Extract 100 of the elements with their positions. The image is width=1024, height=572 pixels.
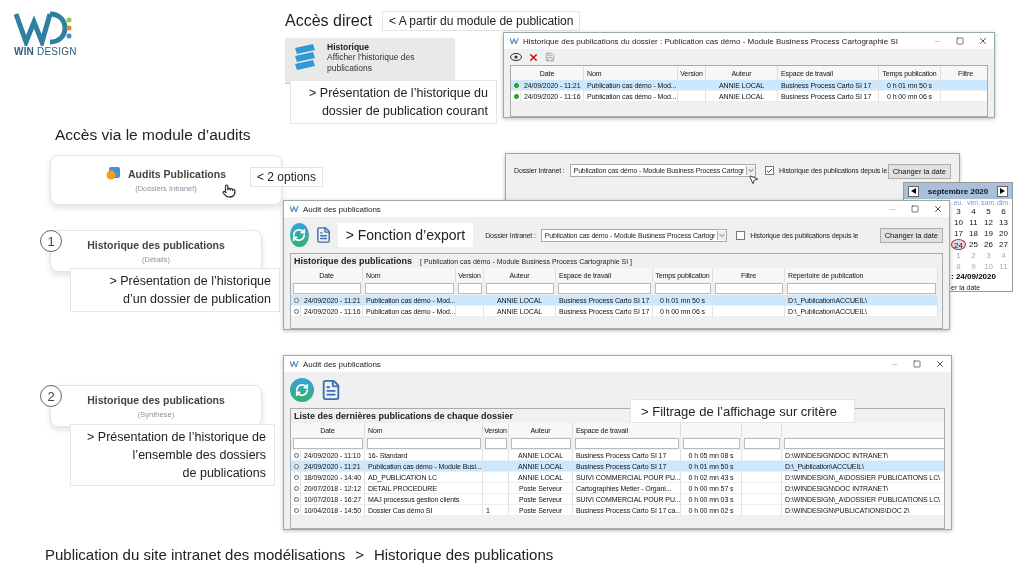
card-title: Audits Publications <box>128 167 226 180</box>
column-header[interactable] <box>742 423 782 437</box>
calendar-day[interactable]: 27 <box>996 239 1011 250</box>
view-icon[interactable] <box>510 52 522 62</box>
maximize-icon[interactable] <box>913 360 921 368</box>
calendar-day[interactable]: 10 <box>951 217 966 228</box>
note-label: < 2 options <box>250 167 324 187</box>
maximize-icon[interactable] <box>911 205 919 213</box>
right-triangle-icon <box>1000 188 1005 194</box>
pointer-cursor-icon <box>748 174 759 185</box>
callout-text: l’ensemble des dossiers <box>132 447 266 464</box>
filter-field[interactable] <box>655 283 711 294</box>
step-number: 1 <box>40 230 62 252</box>
logo-text: WIN DESIGN <box>14 46 77 57</box>
callout-text: dossier de publication courant <box>321 103 488 120</box>
table-cell <box>742 505 782 516</box>
section-heading: Accès via le module d’audits <box>55 126 251 144</box>
calendar-day[interactable]: 12 <box>981 217 996 228</box>
table-cell <box>456 295 484 306</box>
hand-cursor-icon <box>222 184 236 198</box>
calendar-day[interactable]: 25 <box>966 239 981 250</box>
folder-globe-icon <box>106 167 120 180</box>
calendar-day[interactable]: 6 <box>996 206 1011 217</box>
filter-field[interactable] <box>511 438 571 449</box>
filter-field[interactable] <box>683 438 740 449</box>
calendar-day[interactable]: 18 <box>966 228 981 239</box>
close-icon[interactable] <box>933 204 943 214</box>
maximize-icon[interactable] <box>956 37 964 45</box>
calendar-day[interactable]: 5 <box>981 206 996 217</box>
callout-text: d’un dossier de publication <box>122 291 271 308</box>
history-checkbox[interactable] <box>736 230 746 240</box>
refresh-icon[interactable] <box>290 378 314 402</box>
note-label: > Fonction d’export <box>337 223 474 247</box>
table-cell <box>742 483 782 494</box>
calendar-day[interactable]: 11 <box>966 217 981 228</box>
filter-field[interactable] <box>558 283 651 294</box>
calendar-day[interactable]: 3 <box>951 206 966 217</box>
calendar-day[interactable]: 19 <box>981 228 996 239</box>
filter-field[interactable] <box>485 438 507 449</box>
previous-month-button[interactable] <box>908 185 919 197</box>
table-cell <box>742 472 782 483</box>
refresh-icon[interactable] <box>290 223 309 247</box>
table-cell <box>713 306 785 317</box>
app-icon <box>290 361 299 367</box>
filter-field[interactable] <box>715 283 783 294</box>
table-cell <box>456 306 484 317</box>
calendar-day[interactable]: 26 <box>981 239 996 250</box>
filter-field[interactable] <box>293 283 361 294</box>
history-checkbox[interactable] <box>765 166 775 175</box>
delete-icon[interactable] <box>528 51 539 63</box>
filter-field[interactable] <box>575 438 679 449</box>
table-cell <box>941 80 987 91</box>
column-header[interactable] <box>782 423 944 437</box>
callout-text: > Présentation de l’historique du <box>309 85 488 102</box>
table-cell <box>483 483 509 494</box>
breadcrumb-text: Publication du site intranet des modélisations <box>45 546 346 563</box>
section-heading: Accès direct <box>285 12 373 30</box>
table-cell <box>678 80 706 91</box>
close-icon[interactable] <box>978 36 988 46</box>
filter-field[interactable] <box>367 438 481 449</box>
card-title: Historique des publications <box>87 393 225 406</box>
table-cell <box>941 91 987 102</box>
table-cell <box>483 494 509 505</box>
group-title: Liste des dernières publications de chaque dossier <box>294 411 514 421</box>
column-header[interactable] <box>681 423 742 437</box>
calendar-day[interactable]: 20 <box>996 228 1011 239</box>
document-icon[interactable] <box>320 379 342 401</box>
window-title: Audit des publications <box>303 204 382 214</box>
document-icon[interactable] <box>314 224 332 246</box>
filter-field[interactable] <box>458 283 482 294</box>
filter-field[interactable] <box>486 283 554 294</box>
window-title: Historique des publications du dossier : Publication cas démo - Module Business Process Cartographie SI <box>523 36 899 46</box>
breadcrumb-separator: > <box>355 546 364 563</box>
breadcrumb-text: Historique des publications <box>373 546 554 563</box>
app-icon <box>510 38 519 44</box>
filter-field[interactable] <box>787 283 936 294</box>
calendar-day[interactable]: 4 <box>966 206 981 217</box>
close-icon[interactable] <box>935 359 945 369</box>
callout-text: > Présentation de l’historique <box>109 273 271 290</box>
calendar-month: septembre 2020 <box>927 186 989 196</box>
today-date: : 24/09/2020 <box>951 272 996 281</box>
history-ribbon-button[interactable]: Historique Afficher l'historique des publications <box>285 38 455 84</box>
filter-field[interactable] <box>744 438 780 449</box>
calendar-day[interactable]: 17 <box>951 228 966 239</box>
caret-icon <box>746 166 756 175</box>
filter-field[interactable] <box>365 283 454 294</box>
note-label: < A partir du module de publication <box>382 11 581 31</box>
card-title: Historique des publications <box>87 238 225 251</box>
stacked-layers-icon <box>293 42 317 72</box>
callout-text: de publications <box>182 465 266 482</box>
calendar-day[interactable]: 24 <box>951 239 966 250</box>
table-cell <box>742 450 782 461</box>
save-icon[interactable] <box>545 52 555 62</box>
filter-field[interactable] <box>784 438 944 449</box>
filter-field[interactable] <box>293 438 363 449</box>
caret-icon <box>717 230 727 240</box>
next-month-button[interactable] <box>997 185 1008 197</box>
calendar-day[interactable]: 13 <box>996 217 1011 228</box>
group-title: Historique des publications <box>294 256 412 266</box>
app-icon <box>290 206 299 212</box>
